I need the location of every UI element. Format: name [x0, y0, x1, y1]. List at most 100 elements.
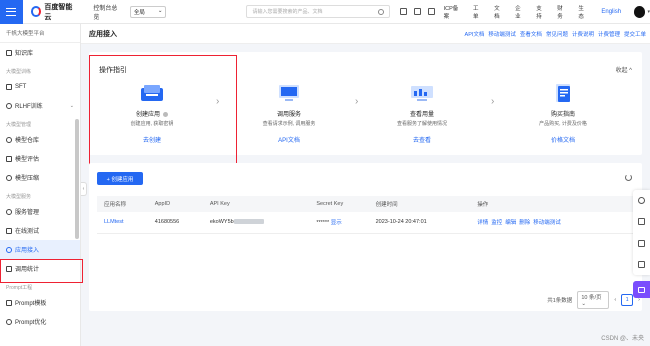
top-link-4[interactable]: 支持: [536, 4, 546, 20]
logo[interactable]: 百度智能云: [30, 2, 78, 22]
sidebar-item-label: 模型压缩: [15, 176, 40, 182]
step-title: 调用服务: [276, 112, 301, 118]
message-icon[interactable]: [413, 8, 421, 15]
operations-cell: 详情 监控 编辑 删除 移动端测试: [470, 212, 634, 234]
top-link-1[interactable]: 工单: [473, 4, 483, 20]
prev-page-icon[interactable]: ‹: [614, 297, 616, 303]
avatar[interactable]: [634, 5, 646, 18]
region-value: 全局: [133, 9, 145, 16]
step-desc: 查看请求示例, 调用服务: [262, 121, 316, 127]
watermark: CSDN @、未央: [601, 336, 644, 342]
sidebar-item[interactable]: 应用接入: [0, 240, 80, 259]
view-usage-link[interactable]: 去查看: [367, 135, 477, 144]
secret-cell: ****** 显示: [309, 212, 369, 234]
chat-icon[interactable]: [638, 218, 645, 226]
chevron-down-icon: ⌄: [69, 102, 74, 109]
header-link-2[interactable]: 查看文档: [520, 30, 542, 38]
page-size-select[interactable]: 10 条/页 ⌄: [577, 291, 610, 309]
usage-illustration: [409, 82, 435, 104]
sidebar-item[interactable]: Prompt模板: [0, 293, 80, 312]
app-name-cell[interactable]: LLMtest: [97, 212, 148, 234]
search-input[interactable]: 请输入您需要搜索的产品、文档: [246, 5, 390, 18]
header-link-6[interactable]: 提交工单: [624, 30, 646, 38]
row-action-link[interactable]: 删除: [519, 220, 530, 226]
create-app-button[interactable]: + 创建应用: [97, 172, 143, 185]
sidebar-item[interactable]: 在线测试: [0, 221, 80, 240]
sidebar-item[interactable]: 模型仓库: [0, 130, 80, 149]
show-secret-link[interactable]: 显示: [331, 220, 342, 226]
chevron-right-icon: ›: [491, 96, 495, 107]
header-link-1[interactable]: 移动端测试: [488, 30, 516, 38]
sidebar-item-label: 应用接入: [15, 248, 40, 254]
top-link-5[interactable]: 财务: [557, 4, 567, 20]
sidebar-scrollbar[interactable]: [75, 119, 79, 239]
table-header-row: 应用名称 AppID API Key Secret Key 创建时间 操作: [97, 196, 634, 212]
sidebar-item-label: 知识库: [15, 51, 34, 57]
sidebar: 千帆大模型平台 知识库 大模型训练 SFT RLHF训练 ⌄ 大模型管理 模型仓库 模型评估模…: [0, 24, 81, 346]
assistant-button[interactable]: [633, 281, 650, 298]
header-link-3[interactable]: 常见问题: [546, 30, 568, 38]
sidebar-item[interactable]: 模型评估: [0, 149, 80, 168]
price-doc-link[interactable]: 价格文档: [508, 135, 618, 144]
region-select[interactable]: 全局 ⌄: [129, 5, 167, 18]
header-link-4[interactable]: 计费说明: [572, 30, 594, 38]
phone-icon[interactable]: [638, 239, 645, 247]
header-links: API文档 移动端测试 查看文档 常见问题 计费说明 计费管理 提交工单: [465, 30, 646, 38]
plug-icon: [6, 246, 12, 253]
search-placeholder: 请输入您需要搜索的产品、文档: [252, 9, 323, 15]
heart-icon[interactable]: [638, 197, 645, 205]
top-link-3[interactable]: 企业: [515, 4, 525, 20]
created-time-cell: 2023-10-24 20:47:01: [368, 212, 471, 234]
sidebar-item[interactable]: Prompt优化: [0, 312, 80, 331]
logo-text: 百度智能云: [44, 3, 73, 21]
template-icon: [6, 299, 12, 306]
sidebar-section-label: 大模型服务: [6, 194, 32, 200]
redacted-value: [233, 219, 264, 225]
table-row: LLMtest 41680556 ekoWY5b ****** 显示 2023-…: [97, 212, 634, 234]
api-doc-link[interactable]: API文档: [234, 135, 344, 144]
sidebar-item-label: 在线测试: [15, 229, 40, 235]
compress-icon: [6, 174, 12, 181]
sidebar-item[interactable]: 模型压缩: [0, 168, 80, 187]
step-desc: 查看服务了解使用情况: [396, 121, 447, 127]
active-item-highlight-frame: [0, 259, 83, 283]
top-link-2[interactable]: 文档: [494, 4, 504, 20]
grid-icon[interactable]: [638, 260, 645, 268]
console-overview-link[interactable]: 控制台总览: [93, 3, 122, 21]
top-links: ICP备案 工单 文档 企业 支持 财务 生态: [444, 4, 589, 20]
column-header: 操作: [470, 196, 634, 212]
edit-icon[interactable]: [427, 8, 435, 15]
chart-icon: [6, 155, 12, 162]
search-icon[interactable]: [377, 8, 384, 15]
appid-cell: 41680556: [147, 212, 203, 234]
language-switch[interactable]: English: [601, 9, 621, 15]
gear-icon: [6, 83, 12, 90]
call-service-illustration: [276, 82, 302, 104]
menu-icon: [6, 7, 17, 16]
header-link-0[interactable]: API文档: [465, 30, 485, 38]
step-title: 查看用量: [409, 112, 434, 118]
row-action-link[interactable]: 监控: [491, 220, 502, 226]
row-action-link[interactable]: 编辑: [505, 220, 516, 226]
cart-icon[interactable]: [399, 8, 407, 15]
sidebar-item[interactable]: 服务管理: [0, 202, 80, 221]
optimize-icon: [6, 318, 12, 325]
row-action-link[interactable]: 移动端测试: [533, 220, 561, 226]
sidebar-item-label: 模型仓库: [15, 138, 40, 144]
collapse-button[interactable]: 收起 ^: [616, 65, 632, 74]
top-link-6[interactable]: 生态: [578, 4, 588, 20]
sidebar-item[interactable]: 知识库: [0, 43, 80, 62]
top-link-0[interactable]: ICP备案: [444, 4, 462, 20]
apikey-cell: ekoWY5b: [202, 212, 310, 234]
book-icon: [6, 49, 12, 56]
page-number[interactable]: 1: [621, 294, 634, 306]
column-header: API Key: [202, 196, 310, 212]
step-desc: 产品购买, 计费及价格: [539, 121, 587, 127]
hamburger-menu-button[interactable]: [0, 0, 23, 24]
refresh-icon[interactable]: [625, 174, 632, 181]
row-action-link[interactable]: 详情: [477, 220, 488, 226]
header-link-5[interactable]: 计费管理: [598, 30, 620, 38]
sidebar-collapse-toggle[interactable]: ‹: [81, 182, 87, 196]
sidebar-item[interactable]: RLHF训练 ⌄: [0, 96, 80, 115]
sidebar-item[interactable]: SFT: [0, 77, 80, 96]
